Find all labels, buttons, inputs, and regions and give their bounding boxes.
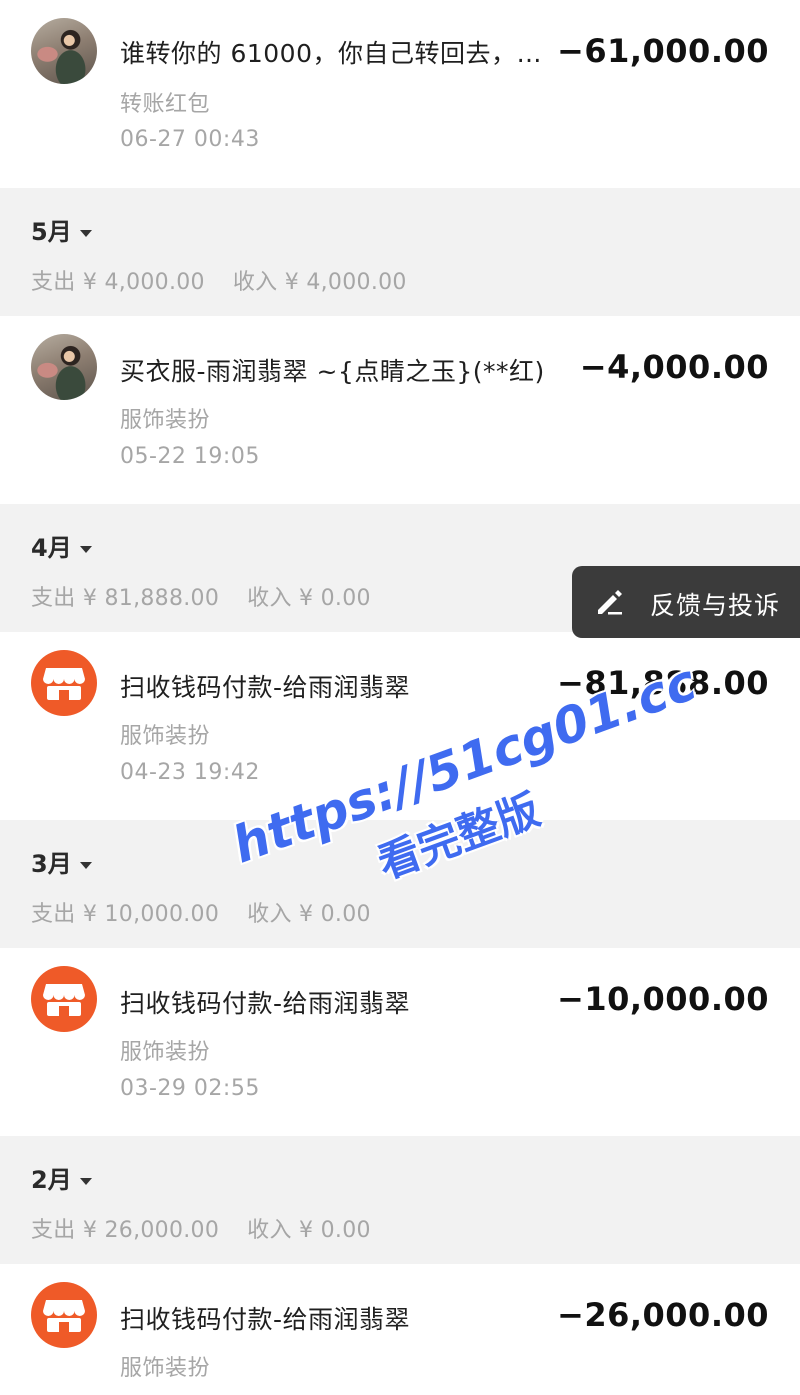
transaction-row[interactable]: 谁转你的 61000，你自己转回去，… 转账红包 06-27 00:43 −61…	[0, 0, 800, 188]
user-photo-avatar	[31, 334, 97, 400]
income-total: 收入 ¥ 4,000.00	[232, 270, 407, 295]
month-summary: 支出 ¥ 81,888.00 收入 ¥ 0.00	[31, 580, 371, 612]
transaction-row[interactable]: 扫收钱码付款-给雨润翡翠 服饰装扮 04-23 19:42 −81,888.00	[0, 632, 800, 820]
transaction-category: 服饰装扮	[120, 408, 211, 433]
transaction-title: 扫收钱码付款-给雨润翡翠	[120, 989, 411, 1018]
caret-down-icon	[79, 861, 92, 869]
shop-icon	[31, 1282, 97, 1348]
feedback-complaint-button[interactable]: 反馈与投诉	[572, 566, 800, 638]
caret-down-icon	[79, 229, 92, 237]
income-total: 收入 ¥ 0.00	[247, 1218, 371, 1243]
month-label: 4月	[31, 534, 72, 562]
transaction-row[interactable]: 扫收钱码付款-给雨润翡翠 服饰装扮 03-29 02:55 −10,000.00	[0, 948, 800, 1136]
transaction-category: 服饰装扮	[120, 724, 211, 749]
transaction-amount: −10,000.00	[557, 980, 769, 1018]
transaction-row[interactable]: 买衣服-雨润翡翠 ~{点睛之玉}(**红) 服饰装扮 05-22 19:05 −…	[0, 316, 800, 504]
caret-down-icon	[79, 545, 92, 553]
transaction-amount: −4,000.00	[579, 348, 769, 386]
transaction-amount: −81,888.00	[557, 664, 769, 702]
month-selector[interactable]: 5月	[31, 212, 92, 247]
month-label: 5月	[31, 218, 72, 246]
transaction-amount: −26,000.00	[557, 1296, 769, 1334]
month-selector[interactable]: 4月	[31, 528, 92, 563]
transaction-datetime: 03-29 02:55	[120, 1076, 260, 1101]
transaction-amount: −61,000.00	[557, 32, 769, 70]
shop-icon	[31, 966, 97, 1032]
expense-total: 支出 ¥ 26,000.00	[31, 1218, 220, 1243]
month-header: 2月 支出 ¥ 26,000.00 收入 ¥ 0.00	[0, 1136, 800, 1264]
feedback-label: 反馈与投诉	[650, 591, 781, 620]
income-total: 收入 ¥ 0.00	[247, 902, 371, 927]
edit-pen-icon	[594, 586, 626, 622]
transaction-row[interactable]: 扫收钱码付款-给雨润翡翠 服饰装扮 −26,000.00	[0, 1264, 800, 1395]
transaction-title: 谁转你的 61000，你自己转回去，…	[120, 39, 542, 68]
expense-total: 支出 ¥ 81,888.00	[31, 586, 220, 611]
transaction-datetime: 06-27 00:43	[120, 127, 260, 152]
transaction-category: 服饰装扮	[120, 1356, 211, 1381]
month-label: 2月	[31, 1166, 72, 1194]
month-summary: 支出 ¥ 4,000.00 收入 ¥ 4,000.00	[31, 264, 407, 296]
month-selector[interactable]: 2月	[31, 1160, 92, 1195]
caret-down-icon	[79, 1177, 92, 1185]
income-total: 收入 ¥ 0.00	[247, 586, 371, 611]
expense-total: 支出 ¥ 4,000.00	[31, 270, 205, 295]
transaction-category: 转账红包	[120, 92, 211, 117]
transaction-datetime: 05-22 19:05	[120, 444, 260, 469]
expense-total: 支出 ¥ 10,000.00	[31, 902, 220, 927]
shop-icon	[31, 650, 97, 716]
month-label: 3月	[31, 850, 72, 878]
transaction-title: 扫收钱码付款-给雨润翡翠	[120, 1305, 411, 1334]
transaction-datetime: 04-23 19:42	[120, 760, 260, 785]
month-header: 3月 支出 ¥ 10,000.00 收入 ¥ 0.00	[0, 820, 800, 948]
user-photo-avatar	[31, 18, 97, 84]
month-selector[interactable]: 3月	[31, 844, 92, 879]
transaction-category: 服饰装扮	[120, 1040, 211, 1065]
month-summary: 支出 ¥ 26,000.00 收入 ¥ 0.00	[31, 1212, 371, 1244]
month-header: 5月 支出 ¥ 4,000.00 收入 ¥ 4,000.00	[0, 188, 800, 316]
transaction-title: 扫收钱码付款-给雨润翡翠	[120, 673, 411, 702]
month-summary: 支出 ¥ 10,000.00 收入 ¥ 0.00	[31, 896, 371, 928]
transaction-title: 买衣服-雨润翡翠 ~{点睛之玉}(**红)	[120, 357, 545, 386]
